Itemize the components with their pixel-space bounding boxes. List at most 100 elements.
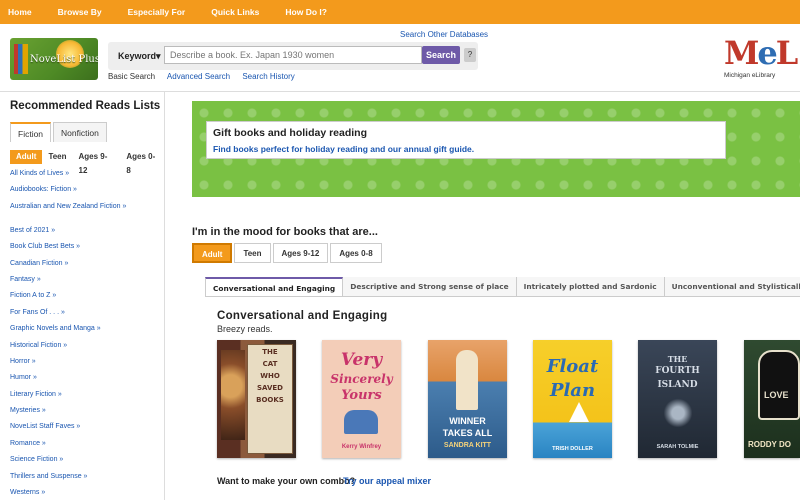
search-button[interactable]: Search [422, 46, 460, 64]
header: NoveList Plus Search Other Databases Key… [0, 24, 800, 92]
list-item[interactable]: Book Club Best Bets » [10, 241, 160, 257]
cover-author: SANDRA KITT [443, 442, 492, 449]
glass-illustration [758, 350, 800, 420]
nav-home[interactable]: Home [8, 7, 32, 17]
nav-browse-by[interactable]: Browse By [58, 7, 102, 17]
book-cover-float-plan[interactable]: Float Plan TRISH DOLLER [533, 340, 612, 458]
list-item[interactable]: For Fans Of . . . » [10, 307, 160, 323]
mood-tab-adult[interactable]: Adult [192, 243, 233, 263]
search-history-link[interactable]: Search History [242, 72, 294, 81]
sidebar-tabs: Fiction Nonfiction [10, 122, 109, 142]
cover-author: SARAH TOLMIE [656, 444, 699, 450]
search-input[interactable] [164, 46, 422, 64]
appeal-tab-descriptive[interactable]: Descriptive and Strong sense of place [343, 277, 517, 296]
list-item[interactable]: NoveList Staff Faves » [10, 421, 160, 437]
list-item[interactable]: Romance » [10, 438, 160, 454]
search-mode-links: Basic Search Advanced Search Search Hist… [108, 72, 305, 81]
mel-logo[interactable]: MeL Michigan eLibrary [724, 34, 798, 88]
mood-tab-teen[interactable]: Teen [234, 243, 271, 263]
promo-banner[interactable]: Gift books and holiday reading Find book… [192, 101, 800, 197]
list-item[interactable]: Science Fiction » [10, 454, 160, 470]
list-item[interactable]: Australian and New Zealand Fiction » [10, 201, 160, 225]
appeal-tabs: Conversational and Engaging Descriptive … [205, 277, 800, 297]
promo-link[interactable]: Find books perfect for holiday reading a… [213, 144, 474, 154]
list-item[interactable]: Literary Fiction » [10, 389, 160, 405]
book-cover-winner-takes-all[interactable]: WINNER TAKES ALL SANDRA KITT [428, 340, 507, 458]
sidebar-title: Recommended Reads Lists [10, 100, 161, 112]
cover-title-1: Very [340, 350, 383, 370]
combo-question: Want to make your own combo? [217, 476, 356, 486]
appeal-mixer-link[interactable]: Try our appeal mixer [343, 476, 431, 486]
help-icon[interactable]: ? [464, 48, 476, 62]
mist-illustration [664, 398, 692, 428]
cover-title-3: ISLAND [657, 380, 698, 390]
cover-title-2: Sincerely [330, 372, 393, 386]
list-item[interactable]: Mysteries » [10, 405, 160, 421]
list-item[interactable]: Audiobooks: Fiction » [10, 184, 160, 200]
age-teen[interactable]: Teen [42, 150, 72, 164]
book-cover-cat-who-saved-books[interactable]: THE CAT WHO SAVED BOOKS [217, 340, 296, 458]
mood-tab-9-12[interactable]: Ages 9-12 [272, 243, 329, 263]
cover-title-1: THE [667, 354, 688, 364]
sailboat-illustration [569, 402, 589, 422]
mood-heading: I'm in the mood for books that are... [192, 226, 378, 238]
list-item[interactable]: Canadian Fiction » [10, 258, 160, 274]
mel-logo-subtitle: Michigan eLibrary [724, 72, 776, 79]
reads-list: All Kinds of Lives » Audiobooks: Fiction… [10, 168, 160, 500]
tab-fiction[interactable]: Fiction [10, 122, 52, 142]
novelist-plus-logo[interactable]: NoveList Plus [10, 38, 98, 80]
top-nav: Home Browse By Especially For Quick Link… [0, 0, 800, 24]
cover-title-3: WHO [260, 372, 280, 380]
couple-illustration [344, 410, 378, 434]
cover-title-1: LOVE [764, 390, 789, 400]
search-box: Keyword▾ Search ? [108, 42, 478, 70]
list-item[interactable]: Horror » [10, 356, 160, 372]
basic-search-link[interactable]: Basic Search [108, 72, 155, 81]
list-item[interactable]: Thrillers and Suspense » [10, 471, 160, 487]
list-item[interactable]: Graphic Novels and Manga » [10, 323, 160, 339]
age-0-8[interactable]: Ages 0-8 [120, 150, 164, 175]
book-cover-fourth-island[interactable]: THE FOURTH ISLAND SARAH TOLMIE [638, 340, 717, 458]
list-item[interactable]: Best of 2021 » [10, 225, 160, 241]
list-item[interactable]: Humor » [10, 372, 160, 388]
age-adult[interactable]: Adult [10, 150, 43, 164]
cover-author: RODDY DO [748, 440, 791, 449]
cover-title-4: SAVED [257, 384, 283, 392]
promo-card: Gift books and holiday reading Find book… [206, 121, 726, 159]
tab-nonfiction[interactable]: Nonfiction [53, 122, 107, 142]
logo-text: NoveList Plus [30, 54, 98, 65]
advanced-search-link[interactable]: Advanced Search [167, 72, 230, 81]
cover-author: TRISH DOLLER [552, 446, 593, 452]
search-other-databases-link[interactable]: Search Other Databases [400, 30, 488, 39]
list-item[interactable]: Fiction A to Z » [10, 290, 160, 306]
cover-title-1: Float [546, 356, 599, 377]
mel-logo-letters: MeL [724, 34, 798, 72]
cat-illustration [221, 350, 245, 440]
list-item[interactable]: Fantasy » [10, 274, 160, 290]
book-cover-love[interactable]: LOVE RODDY DO [744, 340, 800, 458]
cover-title-1: THE [262, 348, 278, 356]
list-item[interactable]: All Kinds of Lives » [10, 168, 160, 184]
list-item[interactable]: Historical Fiction » [10, 340, 160, 356]
books-graphic [14, 44, 28, 74]
cover-title-2: Plan [549, 380, 596, 401]
age-9-12[interactable]: Ages 9-12 [73, 150, 121, 175]
appeal-tab-unconventional[interactable]: Unconventional and Stylistically co [664, 277, 800, 296]
list-item[interactable]: Westerns » [10, 487, 160, 500]
appeal-tab-conversational[interactable]: Conversational and Engaging [205, 277, 344, 296]
cover-title-2: CAT [262, 360, 278, 368]
cover-author: Kerry Winfrey [341, 444, 382, 450]
book-cover-very-sincerely-yours[interactable]: Very Sincerely Yours Kerry Winfrey [322, 340, 401, 458]
appeal-description: Breezy reads. [217, 324, 273, 334]
appeal-tab-intricately-plotted[interactable]: Intricately plotted and Sardonic [516, 277, 665, 296]
nav-especially-for[interactable]: Especially For [128, 7, 186, 17]
keyword-select[interactable]: Keyword▾ [116, 47, 161, 65]
figure-illustration [456, 350, 478, 410]
nav-quick-links[interactable]: Quick Links [211, 7, 259, 17]
nav-how-do-i[interactable]: How Do I? [285, 7, 327, 17]
recommended-reads-sidebar: Recommended Reads Lists Fiction Nonficti… [0, 92, 165, 500]
mood-tab-0-8[interactable]: Ages 0-8 [330, 243, 382, 263]
sidebar-age-filter: Adult Teen Ages 9-12 Ages 0-8 [10, 150, 164, 175]
keyword-select-label: Keyword [118, 51, 157, 61]
cover-title-2: TAKES ALL [442, 428, 493, 438]
